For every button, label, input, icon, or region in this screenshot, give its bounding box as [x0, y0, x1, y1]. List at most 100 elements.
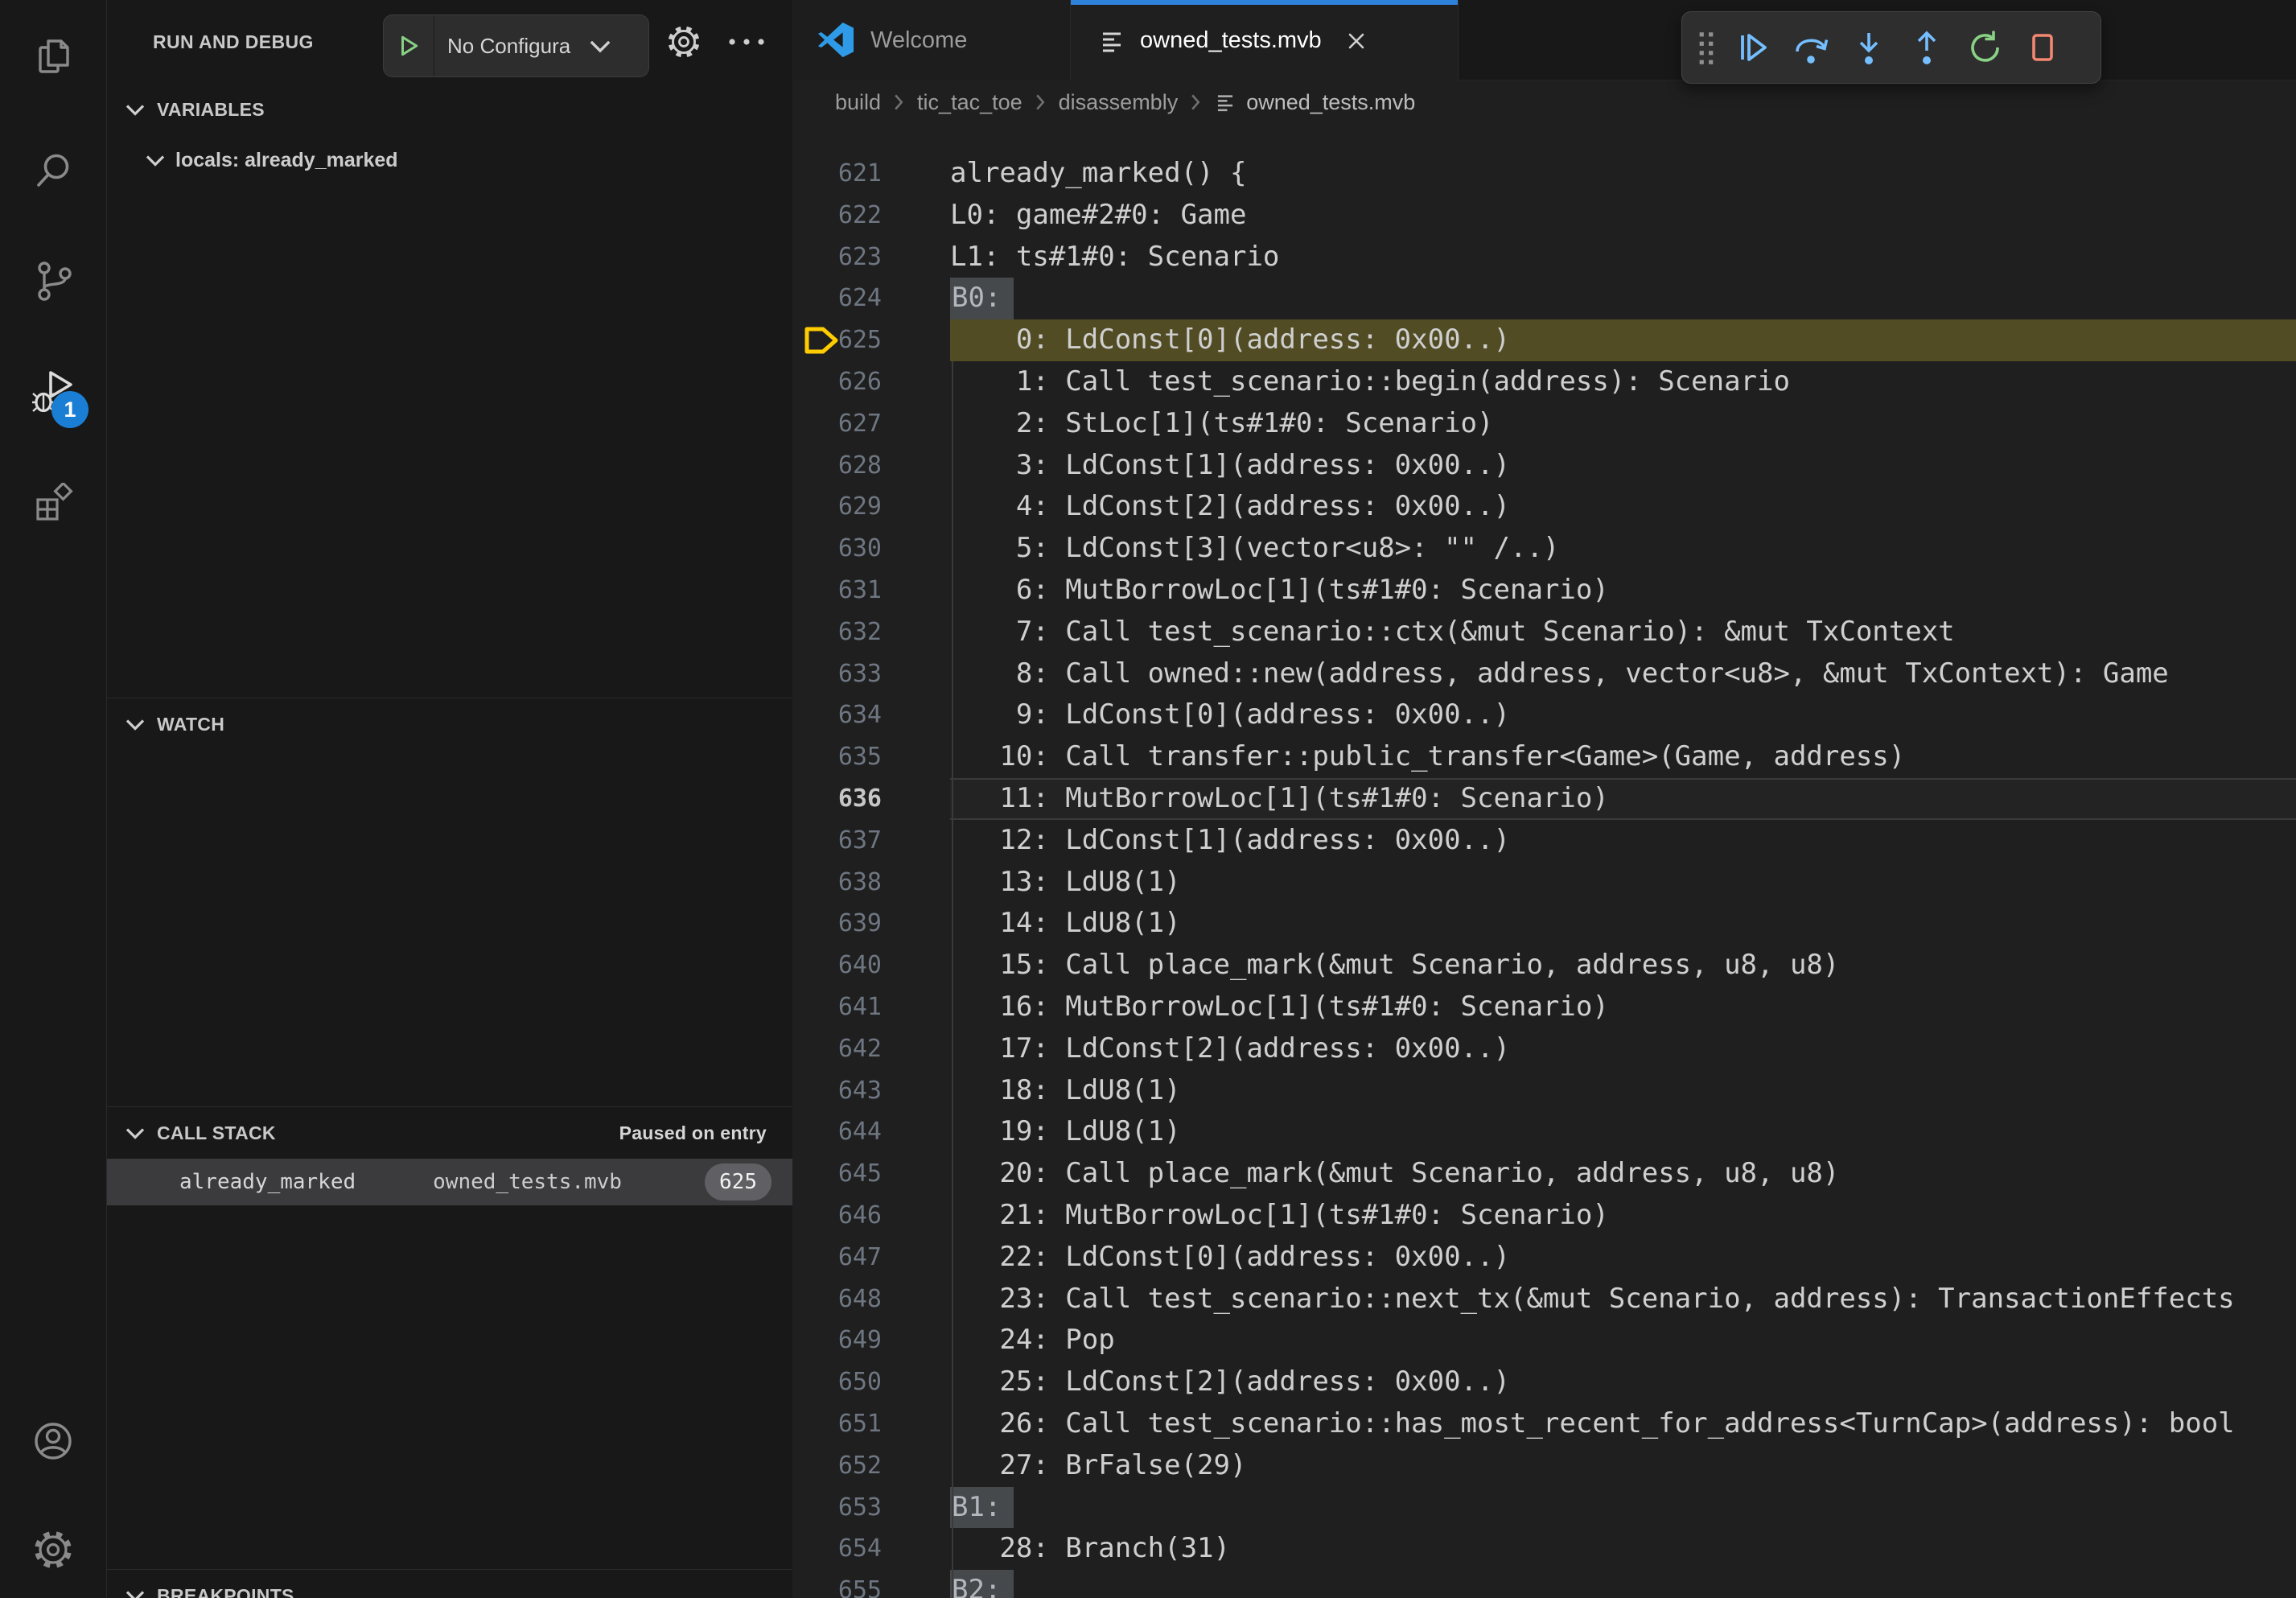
line-content[interactable]: L0: game#2#0: Game — [950, 195, 2296, 237]
line-content[interactable]: 24: Pop — [950, 1320, 2296, 1361]
code-line-628[interactable]: 628 3: LdConst[1](address: 0x00..) — [793, 445, 2296, 487]
line-content[interactable]: 21: MutBorrowLoc[1](ts#1#0: Scenario) — [950, 1195, 2296, 1237]
line-content[interactable]: 3: LdConst[1](address: 0x00..) — [950, 445, 2296, 487]
breakpoint-gutter[interactable]: 650 — [793, 1361, 950, 1403]
breakpoint-gutter[interactable]: 649 — [793, 1320, 950, 1361]
line-content[interactable]: 27: BrFalse(29) — [950, 1445, 2296, 1487]
code-line-621[interactable]: 621already_marked() { — [793, 153, 2296, 195]
line-content[interactable]: 15: Call place_mark(&mut Scenario, addre… — [950, 945, 2296, 986]
line-content[interactable]: 14: LdU8(1) — [950, 903, 2296, 945]
line-content[interactable]: B2: — [950, 1570, 2296, 1598]
stack-frame-row[interactable]: already_marked owned_tests.mvb 625 — [107, 1159, 792, 1205]
code-editor[interactable]: 621already_marked() {622L0: game#2#0: Ga… — [793, 123, 2296, 1598]
breakpoint-gutter[interactable]: 637 — [793, 820, 950, 862]
breakpoint-gutter[interactable]: 644 — [793, 1111, 950, 1153]
breakpoint-gutter[interactable]: 627 — [793, 403, 950, 445]
extensions-icon[interactable] — [0, 483, 106, 525]
line-content[interactable]: 4: LdConst[2](address: 0x00..) — [950, 486, 2296, 528]
line-content[interactable]: 26: Call test_scenario::has_most_recent_… — [950, 1403, 2296, 1445]
continue-button[interactable] — [1724, 18, 1782, 77]
account-icon[interactable] — [0, 1420, 106, 1462]
code-line-631[interactable]: 631 6: MutBorrowLoc[1](ts#1#0: Scenario) — [793, 570, 2296, 612]
breakpoint-gutter[interactable]: 625 — [793, 319, 950, 361]
line-content[interactable]: 1: Call test_scenario::begin(address): S… — [950, 361, 2296, 403]
locals-scope-row[interactable]: locals: already_marked — [107, 135, 792, 185]
code-line-634[interactable]: 634 9: LdConst[0](address: 0x00..) — [793, 694, 2296, 736]
breakpoint-gutter[interactable]: 624 — [793, 278, 950, 319]
breakpoint-gutter[interactable]: 651 — [793, 1403, 950, 1445]
breakpoint-gutter[interactable]: 640 — [793, 945, 950, 986]
code-line-645[interactable]: 645 20: Call place_mark(&mut Scenario, a… — [793, 1153, 2296, 1195]
line-content[interactable]: 5: LdConst[3](vector<u8>: "" /..) — [950, 528, 2296, 570]
code-line-642[interactable]: 642 17: LdConst[2](address: 0x00..) — [793, 1028, 2296, 1070]
code-line-648[interactable]: 648 23: Call test_scenario::next_tx(&mut… — [793, 1279, 2296, 1320]
step-over-button[interactable] — [1782, 18, 1840, 77]
line-content[interactable]: 6: MutBorrowLoc[1](ts#1#0: Scenario) — [950, 570, 2296, 612]
code-line-654[interactable]: 654 28: Branch(31) — [793, 1528, 2296, 1570]
breakpoint-gutter[interactable]: 635 — [793, 736, 950, 778]
line-content[interactable]: 8: Call owned::new(address, address, vec… — [950, 653, 2296, 695]
breakpoint-gutter[interactable]: 648 — [793, 1279, 950, 1320]
breakpoint-gutter[interactable]: 639 — [793, 903, 950, 945]
breakpoint-gutter[interactable]: 642 — [793, 1028, 950, 1070]
code-line-644[interactable]: 644 19: LdU8(1) — [793, 1111, 2296, 1153]
line-content[interactable]: B0: — [950, 278, 2296, 319]
code-line-646[interactable]: 646 21: MutBorrowLoc[1](ts#1#0: Scenario… — [793, 1195, 2296, 1237]
breakpoint-gutter[interactable]: 647 — [793, 1237, 950, 1279]
code-line-635[interactable]: 635 10: Call transfer::public_transfer<G… — [793, 736, 2296, 778]
line-content[interactable]: 19: LdU8(1) — [950, 1111, 2296, 1153]
breakpoint-gutter[interactable]: 645 — [793, 1153, 950, 1195]
line-content[interactable]: 25: LdConst[2](address: 0x00..) — [950, 1361, 2296, 1403]
breakpoint-gutter[interactable]: 654 — [793, 1528, 950, 1570]
tab-welcome[interactable]: Welcome — [793, 0, 1071, 80]
restart-button[interactable] — [1956, 18, 2014, 77]
tab-owned-tests[interactable]: owned_tests.mvb — [1071, 0, 1459, 81]
line-content[interactable]: 0: LdConst[0](address: 0x00..) — [950, 319, 2296, 361]
breakpoint-gutter[interactable]: 638 — [793, 862, 950, 904]
variables-header[interactable]: VARIABLES — [107, 84, 792, 135]
line-content[interactable]: L1: ts#1#0: Scenario — [950, 237, 2296, 278]
breakpoint-gutter[interactable]: 631 — [793, 570, 950, 612]
code-line-652[interactable]: 652 27: BrFalse(29) — [793, 1445, 2296, 1487]
breakpoint-gutter[interactable]: 623 — [793, 237, 950, 278]
line-content[interactable]: 9: LdConst[0](address: 0x00..) — [950, 694, 2296, 736]
breadcrumb-item-tic-tac-toe[interactable]: tic_tac_toe — [917, 90, 1023, 115]
line-content[interactable]: 28: Branch(31) — [950, 1528, 2296, 1570]
line-content[interactable]: 20: Call place_mark(&mut Scenario, addre… — [950, 1153, 2296, 1195]
breakpoint-gutter[interactable]: 628 — [793, 445, 950, 487]
line-content[interactable]: 11: MutBorrowLoc[1](ts#1#0: Scenario) — [950, 778, 2296, 820]
code-line-629[interactable]: 629 4: LdConst[2](address: 0x00..) — [793, 486, 2296, 528]
search-icon[interactable] — [0, 150, 106, 192]
start-debugging-icon[interactable] — [384, 34, 434, 58]
breadcrumb-item-file[interactable]: owned_tests.mvb — [1246, 90, 1415, 115]
breakpoint-gutter[interactable]: 629 — [793, 486, 950, 528]
code-line-643[interactable]: 643 18: LdU8(1) — [793, 1070, 2296, 1112]
gear-icon[interactable] — [666, 24, 702, 60]
line-content[interactable]: 23: Call test_scenario::next_tx(&mut Sce… — [950, 1279, 2296, 1320]
code-line-633[interactable]: 633 8: Call owned::new(address, address,… — [793, 653, 2296, 695]
breakpoint-gutter[interactable]: 634 — [793, 694, 950, 736]
code-line-622[interactable]: 622L0: game#2#0: Game — [793, 195, 2296, 237]
line-content[interactable]: 12: LdConst[1](address: 0x00..) — [950, 820, 2296, 862]
code-line-639[interactable]: 639 14: LdU8(1) — [793, 903, 2296, 945]
breakpoint-gutter[interactable]: 630 — [793, 528, 950, 570]
line-content[interactable]: 17: LdConst[2](address: 0x00..) — [950, 1028, 2296, 1070]
gripper-icon[interactable] — [1697, 27, 1718, 68]
code-line-632[interactable]: 632 7: Call test_scenario::ctx(&mut Scen… — [793, 612, 2296, 653]
breakpoints-header[interactable]: BREAKPOINTS — [107, 1570, 792, 1598]
more-actions-icon[interactable] — [728, 38, 765, 46]
line-content[interactable]: B1: — [950, 1487, 2296, 1529]
explorer-icon[interactable] — [0, 35, 106, 77]
breakpoint-gutter[interactable]: 653 — [793, 1487, 950, 1529]
line-content[interactable]: 16: MutBorrowLoc[1](ts#1#0: Scenario) — [950, 986, 2296, 1028]
code-line-641[interactable]: 641 16: MutBorrowLoc[1](ts#1#0: Scenario… — [793, 986, 2296, 1028]
line-content[interactable]: 2: StLoc[1](ts#1#0: Scenario) — [950, 403, 2296, 445]
watch-header[interactable]: WATCH — [107, 698, 792, 750]
breakpoint-gutter[interactable]: 641 — [793, 986, 950, 1028]
line-content[interactable]: 22: LdConst[0](address: 0x00..) — [950, 1237, 2296, 1279]
debug-config-dropdown[interactable]: No Configura — [383, 14, 649, 77]
breakpoint-gutter[interactable]: 646 — [793, 1195, 950, 1237]
code-line-655[interactable]: 655B2: — [793, 1570, 2296, 1598]
code-line-647[interactable]: 647 22: LdConst[0](address: 0x00..) — [793, 1237, 2296, 1279]
code-line-637[interactable]: 637 12: LdConst[1](address: 0x00..) — [793, 820, 2296, 862]
